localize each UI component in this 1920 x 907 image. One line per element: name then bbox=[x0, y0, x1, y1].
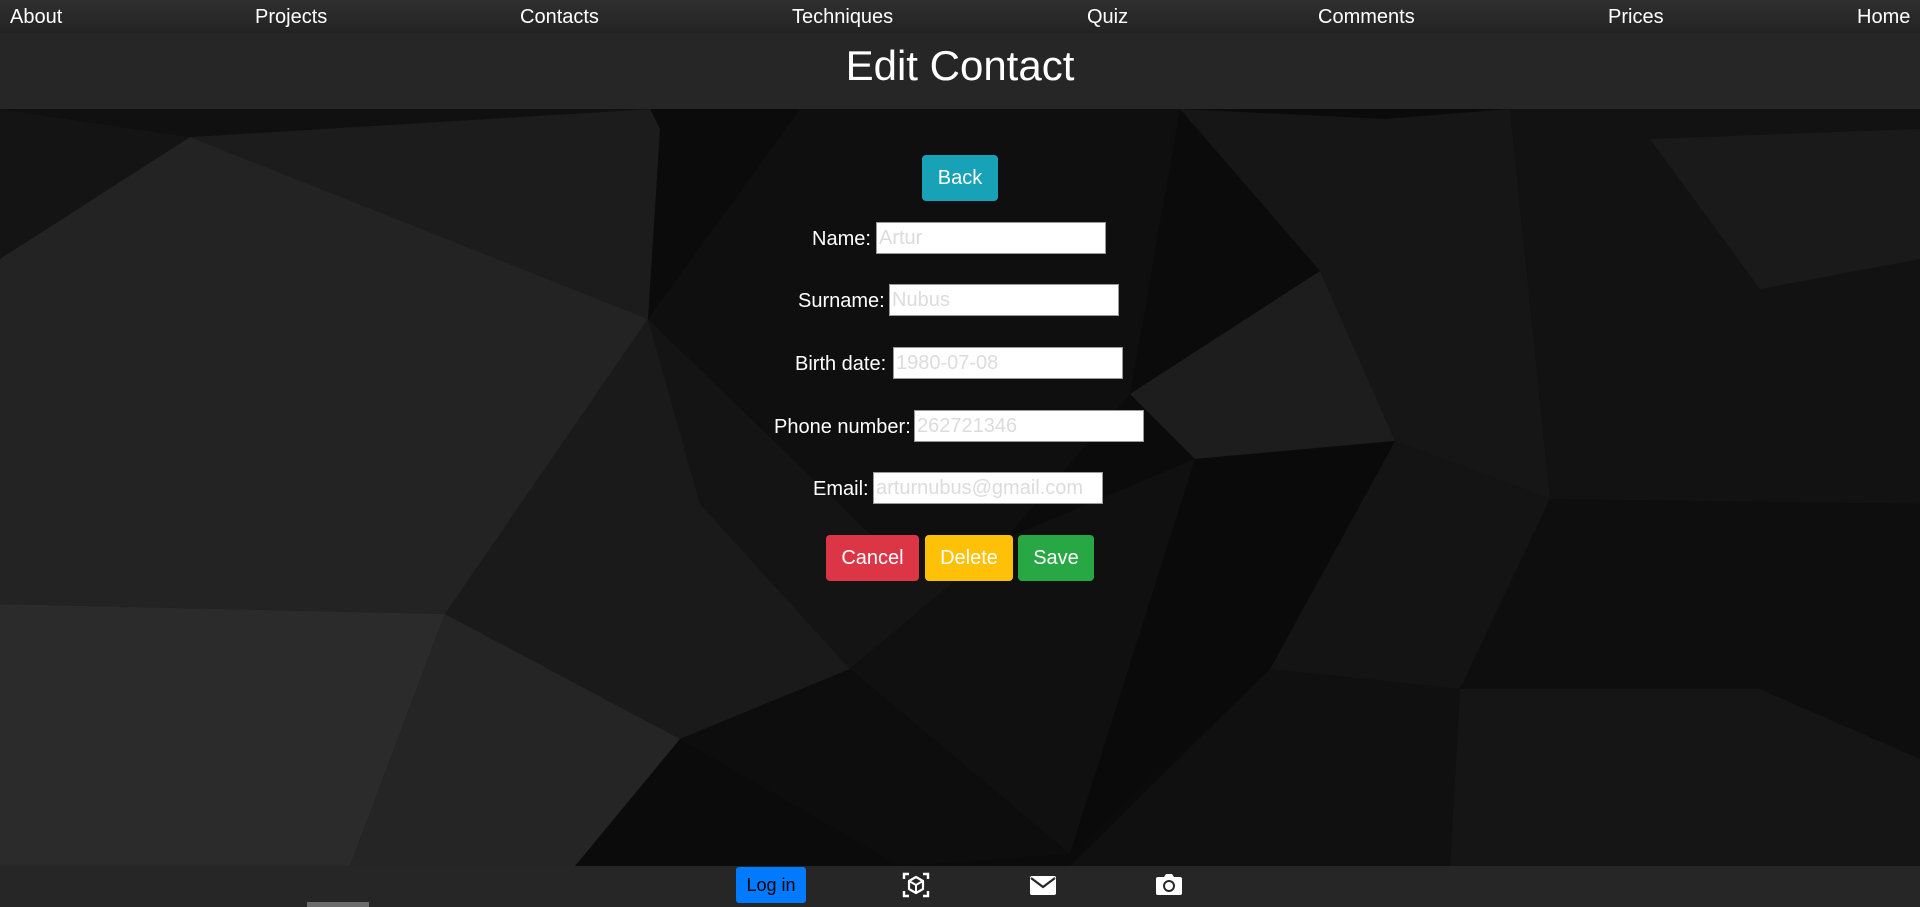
nav-techniques[interactable]: Techniques bbox=[792, 6, 893, 28]
name-input[interactable] bbox=[876, 222, 1106, 254]
page-title: Edit Contact bbox=[845, 42, 1075, 89]
phone-number-label: Phone number: bbox=[774, 416, 911, 438]
nav-quiz[interactable]: Quiz bbox=[1087, 6, 1128, 28]
birth-date-label: Birth date: bbox=[795, 353, 887, 375]
email-input[interactable] bbox=[873, 472, 1103, 504]
nav-prices[interactable]: Prices bbox=[1608, 6, 1664, 28]
ar-cube-icon[interactable] bbox=[901, 870, 931, 900]
save-button[interactable]: Save bbox=[1018, 535, 1094, 581]
nav-about[interactable]: About bbox=[10, 6, 62, 28]
cancel-button[interactable]: Cancel bbox=[826, 535, 919, 581]
page: About Projects Contacts Techniques Quiz … bbox=[0, 0, 1920, 907]
page-header: Edit Contact bbox=[0, 33, 1920, 109]
nav-projects[interactable]: Projects bbox=[255, 6, 327, 28]
login-button[interactable]: Log in bbox=[736, 867, 806, 903]
camera-icon[interactable] bbox=[1154, 870, 1184, 900]
surname-label: Surname: bbox=[798, 290, 885, 312]
phone-number-input[interactable] bbox=[914, 410, 1144, 442]
name-label: Name: bbox=[812, 228, 871, 250]
mail-icon[interactable] bbox=[1028, 870, 1058, 900]
nav-contacts[interactable]: Contacts bbox=[520, 6, 599, 28]
footer: Log in bbox=[0, 866, 1920, 907]
surname-input[interactable] bbox=[889, 284, 1119, 316]
horizontal-scrollbar[interactable] bbox=[307, 902, 369, 907]
delete-button[interactable]: Delete bbox=[925, 535, 1013, 581]
back-button[interactable]: Back bbox=[922, 155, 998, 201]
top-navigation: About Projects Contacts Techniques Quiz … bbox=[0, 0, 1920, 33]
birth-date-input[interactable] bbox=[893, 347, 1123, 379]
nav-comments[interactable]: Comments bbox=[1318, 6, 1415, 28]
email-label: Email: bbox=[813, 478, 869, 500]
nav-home[interactable]: Home bbox=[1857, 6, 1910, 28]
